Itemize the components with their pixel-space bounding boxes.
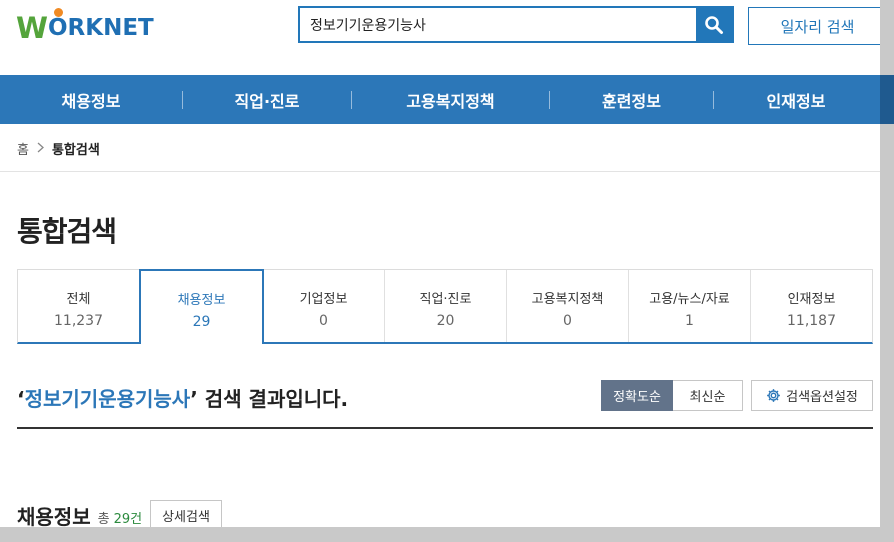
tab-label: 전체 [66,292,91,307]
nav-item-training[interactable]: 훈련정보 [550,88,713,112]
search-options-button[interactable]: 검색옵션설정 [751,380,873,411]
search-box [298,6,734,43]
result-suffix: 검색 결과입니다. [197,387,349,411]
section-title: 채용정보 [17,505,91,527]
tab-recruit[interactable]: 채용정보 29 [139,269,264,344]
tab-label: 인재정보 [787,292,836,307]
sort-accuracy-button[interactable]: 정확도순 [601,380,673,411]
divider [0,171,880,172]
tab-label: 고용/뉴스/자료 [649,292,730,307]
tab-count: 11,237 [54,313,103,329]
recruit-section-header: 채용정보 총 29건 상세검색 [17,500,222,527]
logo-text: ORKNET [48,15,154,41]
close-quote: ’ [190,387,198,411]
gear-icon [767,389,780,402]
tab-label: 기업정보 [299,292,348,307]
page-title: 통합검색 [17,215,117,248]
search-options-label: 검색옵션설정 [786,390,858,405]
page: W ORKNET 일자리 검색 채용정보 직업·진로 고용복지정책 훈련정보 인… [0,0,880,527]
worknet-logo[interactable]: W ORKNET [16,8,154,46]
tab-talent[interactable]: 인재정보 11,187 [751,270,872,342]
logo-dot [54,8,63,17]
tab-count: 0 [319,313,328,329]
nav-item-recruit[interactable]: 채용정보 [0,88,182,112]
tab-count: 1 [685,313,694,329]
tab-label: 채용정보 [177,293,226,308]
nav-overflow [880,75,894,124]
search-button[interactable] [696,8,732,41]
nav-item-talent[interactable]: 인재정보 [714,88,878,112]
breadcrumb-home[interactable]: 홈 [17,139,29,158]
category-tabs: 전체 11,237 채용정보 29 기업정보 0 직업·진로 20 고용복지정책… [17,269,873,344]
breadcrumb: 홈 통합검색 [17,139,100,158]
tab-count: 11,187 [787,313,836,329]
result-heading: ‘정보기기운용기능사’ 검색 결과입니다. [17,383,348,412]
result-keyword: 정보기기운용기능사 [24,387,191,411]
section-count: 29건 [113,512,143,527]
nav-item-welfare[interactable]: 고용복지정책 [352,88,549,112]
search-input[interactable] [300,8,716,41]
tab-count: 20 [436,313,455,329]
tab-welfare[interactable]: 고용복지정책 0 [507,270,629,342]
sort-group: 정확도순 최신순 [601,380,743,411]
tab-count: 29 [192,314,211,330]
breadcrumb-current: 통합검색 [51,143,100,158]
logo-w: W [16,8,63,45]
detail-search-button[interactable]: 상세검색 [150,500,222,527]
tab-all[interactable]: 전체 11,237 [18,270,140,342]
result-divider [17,427,873,429]
nav-item-career[interactable]: 직업·진로 [183,88,351,112]
tab-label: 직업·진로 [419,292,472,307]
tab-career[interactable]: 직업·진로 20 [385,270,507,342]
tab-label: 고용복지정책 [531,292,604,307]
sort-latest-button[interactable]: 최신순 [673,380,743,411]
open-quote: ‘ [17,387,25,411]
job-search-button[interactable]: 일자리 검색 [748,7,880,45]
chevron-right-icon [37,142,44,156]
section-total-label: 총 [97,512,110,527]
search-icon [705,15,723,34]
tab-news[interactable]: 고용/뉴스/자료 1 [629,270,751,342]
tab-company[interactable]: 기업정보 0 [263,270,385,342]
main-nav: 채용정보 직업·진로 고용복지정책 훈련정보 인재정보 [0,75,880,124]
tab-count: 0 [563,313,572,329]
